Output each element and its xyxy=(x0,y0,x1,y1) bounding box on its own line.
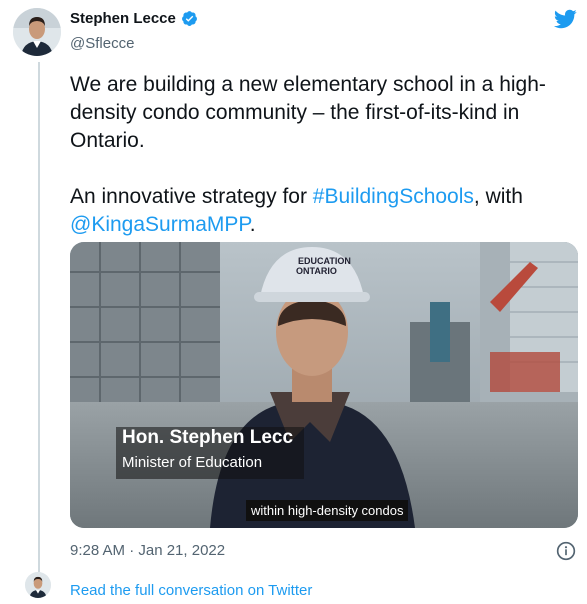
svg-text:ONTARIO: ONTARIO xyxy=(296,266,337,276)
avatar-image xyxy=(13,8,61,56)
tweet-text: We are building a new elementary school … xyxy=(70,71,575,239)
verified-badge-icon xyxy=(181,11,197,26)
tweet-text-middle: , with xyxy=(473,185,523,208)
author-name-row[interactable]: Stephen Lecce xyxy=(70,10,198,27)
caption-name: Hon. Stephen Lecc xyxy=(122,427,294,448)
tweet-paragraph-1: We are building a new elementary school … xyxy=(70,73,546,152)
tweet-text-suffix: . xyxy=(249,213,256,236)
video-frame: EDUCATION ONTARIO xyxy=(70,242,578,528)
video-caption: Hon. Stephen Lecc Minister of Education xyxy=(120,427,310,477)
svg-text:EDUCATION: EDUCATION xyxy=(298,256,351,266)
avatar-image-small xyxy=(25,572,51,598)
tweet-paragraph-2: An innovative strategy for #BuildingScho… xyxy=(70,183,575,239)
read-conversation-link[interactable]: Read the full conversation on Twitter xyxy=(70,582,312,599)
info-icon[interactable] xyxy=(556,541,576,561)
hashtag-link[interactable]: #BuildingSchools xyxy=(313,185,474,208)
avatar[interactable] xyxy=(13,8,61,56)
mention-link[interactable]: @KingaSurmaMPP xyxy=(70,213,250,236)
thread-line xyxy=(38,62,40,572)
video-subtitle: within high-density condos xyxy=(246,500,409,521)
twitter-bird-icon[interactable] xyxy=(553,7,577,31)
video-media[interactable]: EDUCATION ONTARIO Hon. Stephen Lecc Mini… xyxy=(70,242,578,528)
caption-role: Minister of Education xyxy=(122,454,263,471)
avatar-small[interactable] xyxy=(25,572,51,598)
tweet-text-prefix: An innovative strategy for xyxy=(70,185,313,208)
author-handle[interactable]: @Sflecce xyxy=(70,35,134,52)
author-name[interactable]: Stephen Lecce xyxy=(70,10,176,27)
tweet-timestamp[interactable]: 9:28 AM · Jan 21, 2022 xyxy=(70,542,225,559)
